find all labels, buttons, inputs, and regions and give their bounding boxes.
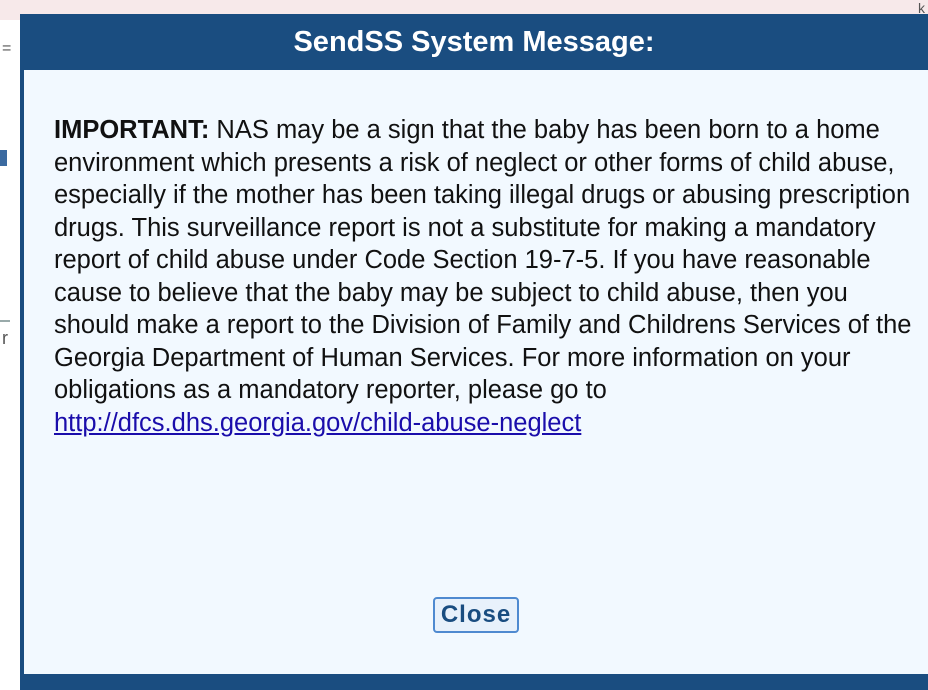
background-icon-fragment bbox=[0, 150, 7, 166]
background-divider bbox=[0, 320, 10, 322]
important-label: IMPORTANT: bbox=[54, 116, 210, 144]
dialog-body: IMPORTANT: NAS may be a sign that the ba… bbox=[24, 70, 928, 674]
message-text: NAS may be a sign that the baby has been… bbox=[54, 116, 912, 404]
background-text-fragment: = bbox=[2, 40, 12, 57]
dfcs-link[interactable]: http://dfcs.dhs.georgia.gov/child-abuse-… bbox=[54, 409, 581, 437]
close-button-row: Close bbox=[24, 597, 928, 633]
dialog-message: IMPORTANT: NAS may be a sign that the ba… bbox=[54, 114, 914, 439]
background-text-fragment: r bbox=[2, 328, 8, 348]
close-button[interactable]: Close bbox=[432, 597, 520, 633]
dialog-title: SendSS System Message: bbox=[293, 26, 655, 58]
system-message-dialog: SendSS System Message: IMPORTANT: NAS ma… bbox=[20, 14, 928, 690]
